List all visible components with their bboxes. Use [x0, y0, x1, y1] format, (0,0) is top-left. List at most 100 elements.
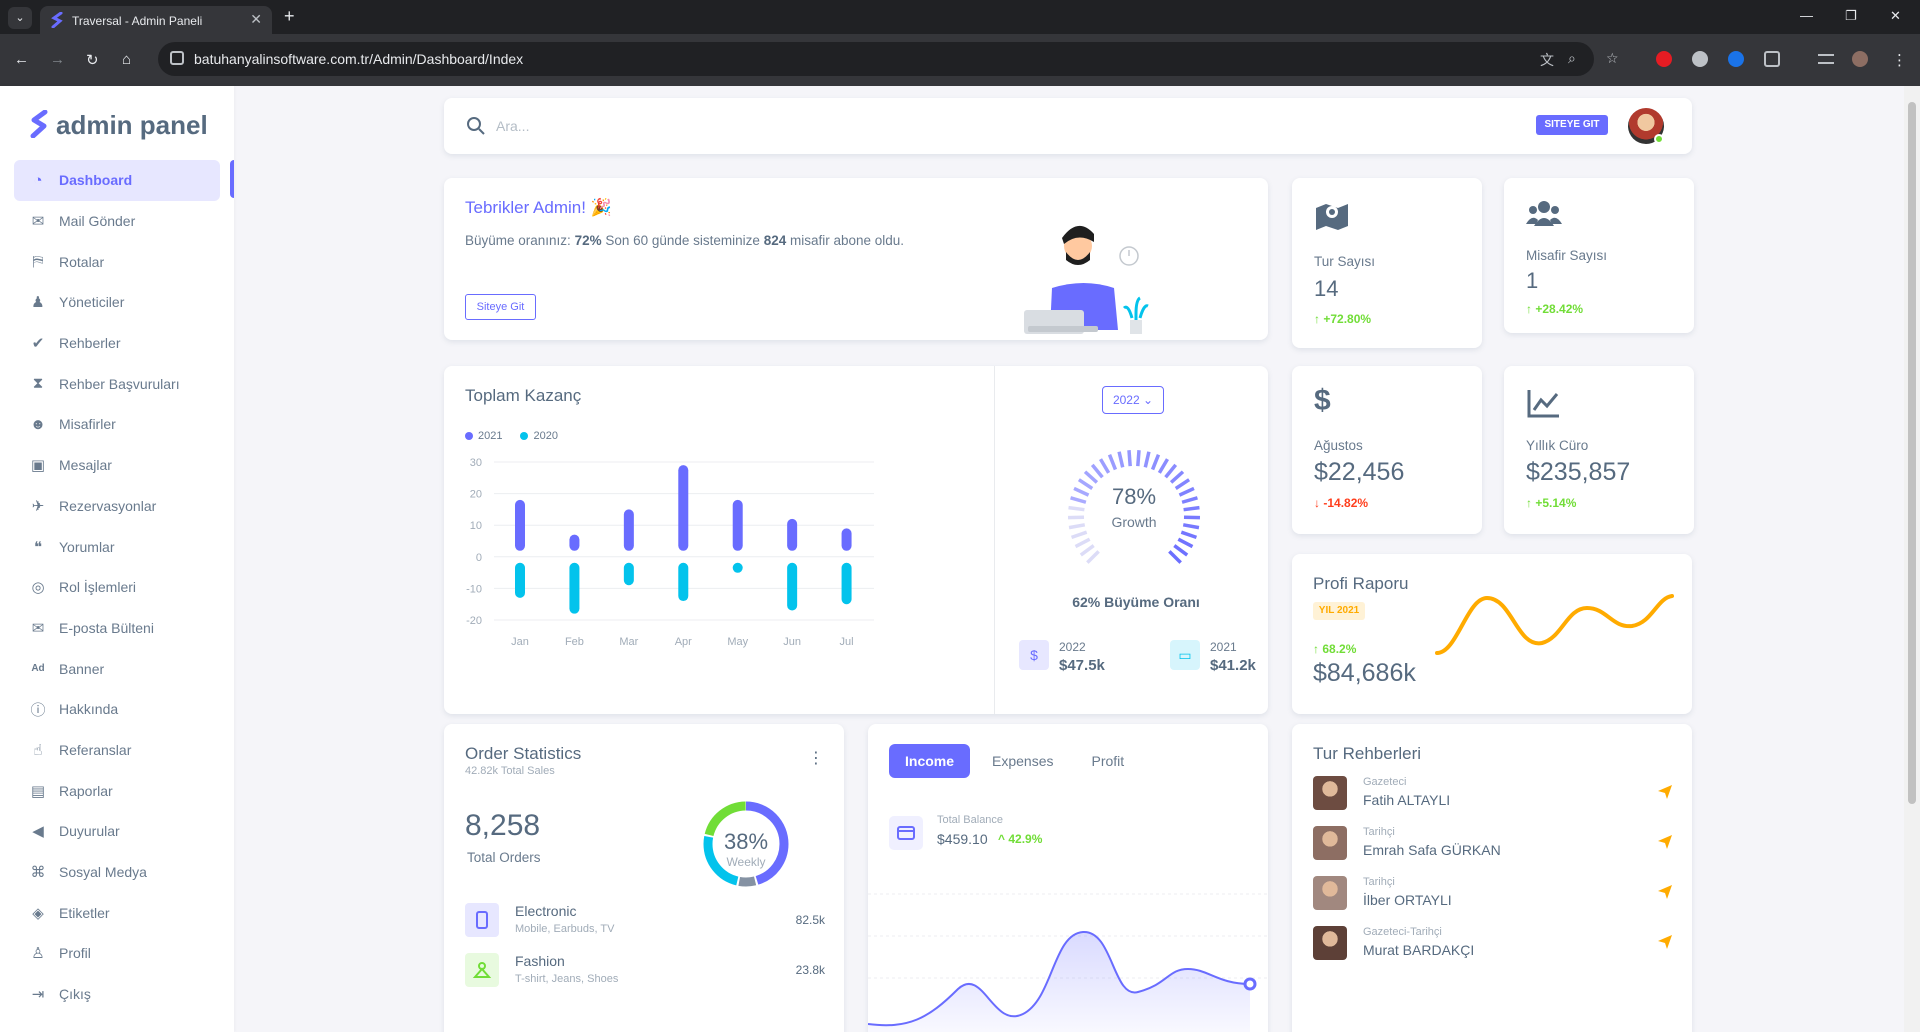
send-icon[interactable]	[1657, 834, 1673, 850]
page-scrollbar[interactable]	[1904, 86, 1920, 1032]
sidebar-item-0[interactable]: ◔ Dashboard	[14, 160, 220, 201]
sidebar-item-12[interactable]: Ad Banner	[14, 648, 220, 689]
guide-item[interactable]: Gazeteci-Tarihçi Murat BARDAKÇI	[1313, 924, 1673, 964]
more-options-icon[interactable]: ⋮	[808, 748, 824, 768]
sidebar-item-14[interactable]: ☝ Referanslar	[14, 730, 220, 771]
sidebar-item-4[interactable]: ✔ Rehberler	[14, 323, 220, 364]
sidebar-item-6[interactable]: ☻ Misafirler	[14, 404, 220, 445]
extension-blue-icon[interactable]	[1728, 51, 1744, 67]
map-icon: ⛿	[32, 253, 44, 271]
site-info-icon[interactable]	[170, 51, 184, 65]
guide-item[interactable]: Tarihçi İlber ORTAYLI	[1313, 874, 1673, 914]
extensions-puzzle-icon[interactable]	[1764, 51, 1780, 67]
bar-2020-May[interactable]	[732, 562, 743, 573]
bar-2020-Jul[interactable]	[841, 562, 852, 605]
y-tick-label: 10	[470, 520, 482, 532]
welcome-site-button[interactable]: Siteye Git	[465, 294, 536, 320]
sidebar-item-label: Duyurular	[59, 823, 120, 840]
sidebar-item-15[interactable]: ▤ Raporlar	[14, 770, 220, 811]
translate-icon[interactable]: 文	[1540, 50, 1554, 70]
tab-search-button[interactable]: ⌄	[8, 7, 32, 29]
tab-profit[interactable]: Profit	[1076, 744, 1141, 778]
bar-2020-Mar[interactable]	[623, 562, 634, 586]
card-divider	[994, 366, 995, 714]
ad-icon: Ad	[31, 663, 45, 675]
yearly-revenue-card: Yıllık Cüro $235,857 ↑ +5.14%	[1504, 366, 1694, 534]
profile-avatar-icon[interactable]	[1852, 51, 1868, 67]
guide-name: Emrah Safa GÜRKAN	[1363, 842, 1501, 858]
sidebar-item-7[interactable]: ▣ Mesajlar	[14, 445, 220, 486]
extension-red-icon[interactable]	[1656, 51, 1672, 67]
sidebar-item-1[interactable]: ✉ Mail Gönder	[14, 201, 220, 242]
sidebar-item-17[interactable]: ⌘ Sosyal Medya	[14, 852, 220, 893]
send-icon[interactable]	[1657, 934, 1673, 950]
thumbs-up-icon: ☝	[33, 741, 43, 759]
restore-icon[interactable]: ❐	[1845, 8, 1857, 24]
guides-title: Tur Rehberleri	[1313, 744, 1422, 763]
gauge-tick	[1117, 451, 1125, 468]
forward-icon[interactable]: →	[50, 51, 65, 68]
tab-close-icon[interactable]: ✕	[250, 11, 262, 28]
search-input[interactable]	[496, 114, 896, 138]
send-icon[interactable]	[1657, 884, 1673, 900]
mini-stat-year: 2021	[1210, 640, 1237, 654]
bar-2020-Jun[interactable]	[787, 562, 798, 611]
search-icon	[467, 117, 485, 135]
bar-2021-Apr[interactable]	[678, 465, 689, 551]
bar-2021-Jan[interactable]	[515, 499, 525, 551]
browser-menu-icon[interactable]: ⋮	[1892, 51, 1907, 69]
guide-item[interactable]: Tarihçi Emrah Safa GÜRKAN	[1313, 824, 1673, 864]
bar-2021-Jun[interactable]	[787, 518, 798, 551]
order-item-fashion[interactable]: Fashion T-shirt, Jeans, Shoes 23.8k	[465, 949, 825, 989]
sidebar-item-3[interactable]: ♟ Yöneticiler	[14, 282, 220, 323]
sidebar-item-18[interactable]: ◈ Etiketler	[14, 892, 220, 933]
goto-site-button[interactable]: SITEYE GIT	[1536, 115, 1608, 135]
sidebar-item-16[interactable]: ◀ Duyurular	[14, 811, 220, 852]
dollar-icon: $	[1314, 384, 1331, 417]
sidebar-item-2[interactable]: ⛿ Rotalar	[14, 241, 220, 282]
bar-2021-Mar[interactable]	[623, 509, 634, 551]
new-tab-button[interactable]: +	[284, 6, 295, 27]
sidebar-item-9[interactable]: ❝ Yorumlar	[14, 526, 220, 567]
sidebar-item-10[interactable]: ◎ Rol İşlemleri	[14, 567, 220, 608]
tab-income[interactable]: Income	[889, 744, 971, 778]
plane-icon: ✈	[31, 497, 45, 515]
send-icon[interactable]	[1657, 784, 1673, 800]
bookmark-star-icon[interactable]: ☆	[1606, 50, 1619, 67]
browser-tab[interactable]: Traversal - Admin Paneli ✕	[40, 6, 272, 34]
back-icon[interactable]: ←	[14, 51, 29, 68]
sidebar-item-20[interactable]: ⇥ Çıkış	[14, 974, 220, 1015]
guide-item[interactable]: Gazeteci Fatih ALTAYLI	[1313, 774, 1673, 814]
tour-count-delta: ↑ +72.80%	[1314, 312, 1372, 326]
bar-2021-Jul[interactable]	[841, 528, 852, 551]
extension-globe-icon[interactable]	[1692, 51, 1708, 67]
scrollbar-thumb[interactable]	[1908, 102, 1916, 804]
orders-total-label: Total Orders	[467, 850, 541, 865]
sidebar-item-11[interactable]: ✉ E-posta Bülteni	[14, 608, 220, 649]
bar-2020-Jan[interactable]	[515, 562, 525, 598]
info-icon: ⓘ	[30, 701, 46, 719]
minimize-icon[interactable]: —	[1800, 8, 1813, 23]
sidebar-item-5[interactable]: ⧗ Rehber Başvuruları	[14, 363, 220, 404]
bar-2020-Feb[interactable]	[569, 562, 580, 614]
order-item-value: 82.5k	[795, 913, 825, 927]
address-bar[interactable]: batuhanyalinsoftware.com.tr/Admin/Dashbo…	[158, 42, 1619, 76]
home-icon[interactable]: ⌂	[122, 51, 131, 68]
sidebar-item-8[interactable]: ✈ Rezervasyonlar	[14, 486, 220, 527]
reading-list-icon[interactable]	[1818, 54, 1834, 64]
year-select-dropdown[interactable]: 2022 ⌄	[1102, 386, 1164, 414]
bar-2020-Apr[interactable]	[678, 562, 689, 602]
user-avatar[interactable]	[1628, 108, 1664, 144]
sidebar-item-label: Sosyal Medya	[59, 864, 147, 881]
reload-icon[interactable]: ↻	[86, 51, 99, 69]
bar-2021-Feb[interactable]	[569, 534, 580, 551]
sidebar-item-13[interactable]: ⓘ Hakkında	[14, 689, 220, 730]
order-item-electronic[interactable]: Electronic Mobile, Earbuds, TV 82.5k	[465, 899, 825, 939]
zoom-icon[interactable]: ⌕	[1568, 50, 1576, 67]
bar-2021-May[interactable]	[732, 499, 743, 551]
sidebar-item-19[interactable]: ♙ Profil	[14, 933, 220, 974]
online-status-dot	[1654, 134, 1664, 144]
close-window-icon[interactable]: ✕	[1890, 8, 1901, 24]
comments-icon: ❝	[33, 538, 43, 556]
tab-expenses[interactable]: Expenses	[976, 744, 1069, 778]
